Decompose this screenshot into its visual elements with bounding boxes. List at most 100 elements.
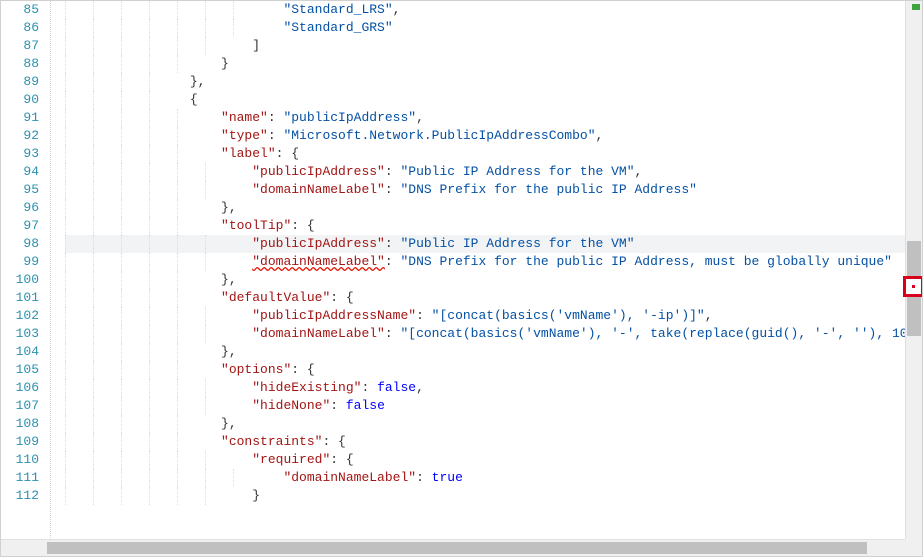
code-line[interactable]: "Standard_LRS",: [65, 1, 922, 19]
token-key: "label": [221, 146, 276, 161]
code-line[interactable]: "toolTip": {: [65, 217, 922, 235]
token-str: "Standard_GRS": [283, 20, 392, 35]
line-number: 99: [1, 253, 39, 271]
fold-region[interactable]: [47, 1, 65, 556]
code-line[interactable]: "required": {: [65, 451, 922, 469]
token-punct: ,: [416, 380, 424, 395]
code-line[interactable]: },: [65, 199, 922, 217]
token-punct: : {: [276, 146, 299, 161]
token-str: "Microsoft.Network.PublicIpAddressCombo": [283, 128, 595, 143]
token-const: false: [346, 398, 385, 413]
line-number: 90: [1, 91, 39, 109]
code-line[interactable]: },: [65, 73, 922, 91]
token-str: "Standard_LRS": [283, 2, 392, 17]
code-line[interactable]: },: [65, 415, 922, 433]
code-line[interactable]: }: [65, 487, 922, 505]
token-const: true: [432, 470, 463, 485]
token-key: "publicIpAddressName": [252, 308, 416, 323]
token-key: "publicIpAddress": [252, 236, 385, 251]
code-line[interactable]: ]: [65, 37, 922, 55]
code-line[interactable]: "label": {: [65, 145, 922, 163]
line-number: 111: [1, 469, 39, 487]
line-number: 97: [1, 217, 39, 235]
change-marker-icon: [912, 4, 920, 10]
token-punct: :: [385, 236, 401, 251]
line-number: 103: [1, 325, 39, 343]
code-line[interactable]: {: [65, 91, 922, 109]
token-punct: },: [221, 344, 237, 359]
token-punct: :: [385, 182, 401, 197]
code-line[interactable]: "domainNameLabel": "[concat(basics('vmNa…: [65, 325, 922, 343]
code-line[interactable]: "name": "publicIpAddress",: [65, 109, 922, 127]
code-line[interactable]: "hideNone": false: [65, 397, 922, 415]
code-line[interactable]: "defaultValue": {: [65, 289, 922, 307]
token-punct: },: [190, 74, 206, 89]
line-number: 102: [1, 307, 39, 325]
token-punct: : {: [330, 452, 353, 467]
token-key: "defaultValue": [221, 290, 330, 305]
token-str: "Public IP Address for the VM": [400, 236, 634, 251]
code-line[interactable]: "publicIpAddress": "Public IP Address fo…: [65, 163, 922, 181]
line-number: 91: [1, 109, 39, 127]
line-number: 112: [1, 487, 39, 505]
code-line[interactable]: "publicIpAddressName": "[concat(basics('…: [65, 307, 922, 325]
line-number: 93: [1, 145, 39, 163]
token-punct: :: [361, 380, 377, 395]
code-area[interactable]: "Standard_LRS", "Standard_GRS" ] } }, { …: [65, 1, 922, 556]
token-punct: ,: [596, 128, 604, 143]
code-line[interactable]: },: [65, 271, 922, 289]
token-punct: },: [221, 416, 237, 431]
token-punct: },: [221, 200, 237, 215]
token-key: "options": [221, 362, 291, 377]
code-line[interactable]: "domainNameLabel": "DNS Prefix for the p…: [65, 181, 922, 199]
token-punct: ]: [252, 38, 260, 53]
token-punct: :: [268, 110, 284, 125]
token-key: "type": [221, 128, 268, 143]
line-number: 88: [1, 55, 39, 73]
token-key: "hideNone": [252, 398, 330, 413]
token-punct: : {: [291, 362, 314, 377]
token-punct: :: [416, 308, 432, 323]
scrollbar-thumb[interactable]: [47, 542, 867, 554]
token-str: "DNS Prefix for the public IP Address": [400, 182, 696, 197]
line-number: 89: [1, 73, 39, 91]
code-line[interactable]: },: [65, 343, 922, 361]
line-number: 109: [1, 433, 39, 451]
token-punct: ,: [416, 110, 424, 125]
code-line[interactable]: "constraints": {: [65, 433, 922, 451]
line-number: 106: [1, 379, 39, 397]
token-punct: ,: [705, 308, 713, 323]
token-punct: }: [221, 56, 229, 71]
line-number: 92: [1, 127, 39, 145]
token-punct: {: [190, 92, 198, 107]
token-key: "publicIpAddress": [252, 164, 385, 179]
token-punct: :: [330, 398, 346, 413]
editor-body: 8586878889909192939495969798991001011021…: [1, 1, 922, 556]
code-line[interactable]: "type": "Microsoft.Network.PublicIpAddre…: [65, 127, 922, 145]
code-line[interactable]: "domainNameLabel": "DNS Prefix for the p…: [65, 253, 922, 271]
code-line[interactable]: "options": {: [65, 361, 922, 379]
token-key: "name": [221, 110, 268, 125]
code-line[interactable]: "domainNameLabel": true: [65, 469, 922, 487]
token-punct: :: [385, 254, 401, 269]
token-punct: : {: [330, 290, 353, 305]
line-number: 86: [1, 19, 39, 37]
scrollbar-thumb[interactable]: [907, 241, 921, 336]
token-punct: ,: [635, 164, 643, 179]
scrollbar-corner: [905, 539, 922, 556]
horizontal-scrollbar[interactable]: [1, 539, 905, 556]
code-line[interactable]: "hideExisting": false,: [65, 379, 922, 397]
token-key: "domainNameLabel": [252, 182, 385, 197]
line-number: 100: [1, 271, 39, 289]
token-str: "DNS Prefix for the public IP Address, m…: [400, 254, 891, 269]
token-punct: :: [385, 326, 401, 341]
token-punct: : {: [322, 434, 345, 449]
code-line[interactable]: "Standard_GRS": [65, 19, 922, 37]
vertical-scrollbar[interactable]: [905, 1, 922, 539]
code-line[interactable]: "publicIpAddress": "Public IP Address fo…: [65, 235, 922, 253]
code-line[interactable]: }: [65, 55, 922, 73]
token-punct: },: [221, 272, 237, 287]
line-number: 94: [1, 163, 39, 181]
token-key: "toolTip": [221, 218, 291, 233]
token-key: "hideExisting": [252, 380, 361, 395]
